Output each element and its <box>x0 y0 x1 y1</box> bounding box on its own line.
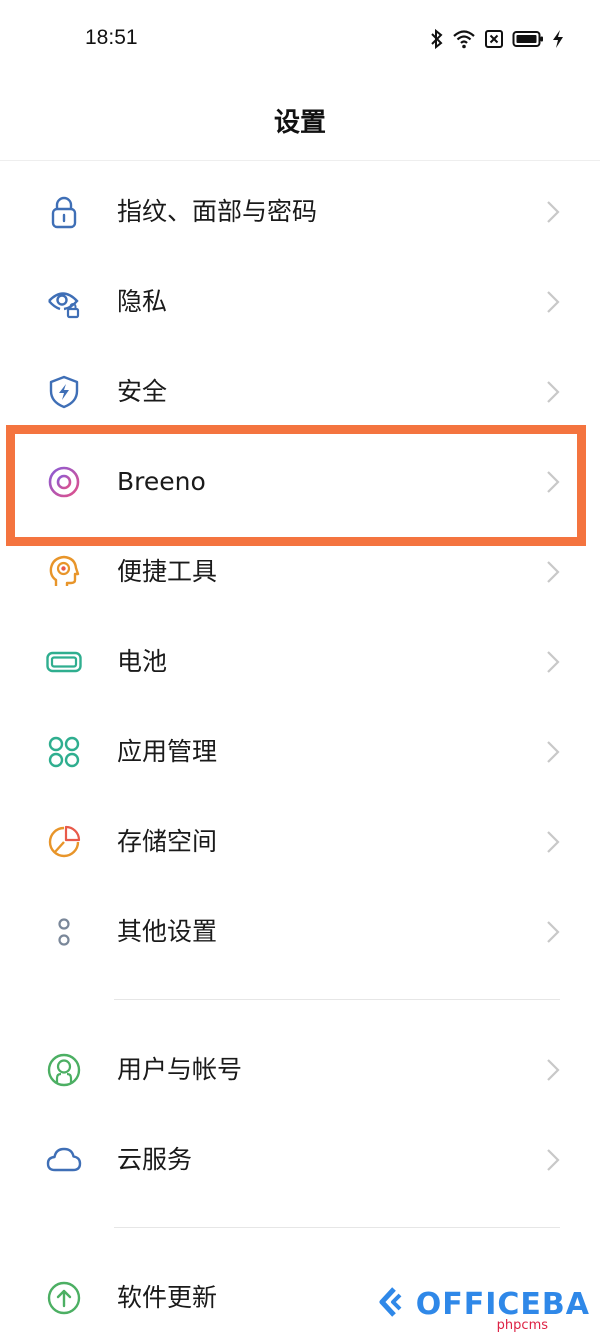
settings-item-other-settings[interactable]: 其他设置 <box>0 887 600 977</box>
more-dots-icon <box>46 914 82 950</box>
group-separator <box>0 1205 600 1253</box>
page-title: 设置 <box>273 108 326 138</box>
breeno-icon <box>46 464 82 500</box>
bluetooth-icon <box>430 28 444 50</box>
charging-icon <box>552 29 564 49</box>
battery-status-icon <box>512 29 544 49</box>
no-sim-icon <box>484 29 504 49</box>
header: 设置 <box>0 80 600 161</box>
chevron-right-icon <box>546 740 560 764</box>
settings-item-label: Breeno <box>117 467 206 496</box>
chevron-right-icon <box>546 470 560 494</box>
watermark-logo-icon <box>374 1285 408 1323</box>
privacy-eye-icon <box>46 284 82 320</box>
settings-item-fingerprint-face-password[interactable]: 指纹、面部与密码 <box>0 167 600 257</box>
status-icons <box>430 28 564 50</box>
settings-item-cloud-service[interactable]: 云服务 <box>0 1115 600 1205</box>
watermark: OFFICEBA <box>374 1285 590 1323</box>
settings-item-storage[interactable]: 存储空间 <box>0 797 600 887</box>
settings-item-users-accounts[interactable]: 用户与帐号 <box>0 1025 600 1115</box>
chevron-right-icon <box>546 920 560 944</box>
chevron-right-icon <box>546 1148 560 1172</box>
settings-list: 指纹、面部与密码 隐私 安全 Breeno 便捷工具 电池 应用管理 存储空间 … <box>0 167 600 1333</box>
update-arrow-icon <box>46 1280 82 1316</box>
settings-item-label: 用户与帐号 <box>117 1055 243 1084</box>
pie-chart-icon <box>46 824 82 860</box>
chevron-right-icon <box>546 200 560 224</box>
status-bar: 18:51 <box>0 0 600 80</box>
divider <box>114 1227 560 1228</box>
watermark-text: OFFICEBA <box>415 1286 590 1322</box>
chevron-right-icon <box>546 650 560 674</box>
settings-item-label: 存储空间 <box>117 827 218 856</box>
settings-item-convenience-tools[interactable]: 便捷工具 <box>0 527 600 617</box>
chevron-right-icon <box>546 290 560 314</box>
settings-item-app-management[interactable]: 应用管理 <box>0 707 600 797</box>
settings-item-label: 便捷工具 <box>117 557 218 586</box>
head-target-icon <box>46 554 82 590</box>
chevron-right-icon <box>546 1058 560 1082</box>
settings-item-label: 电池 <box>117 647 168 676</box>
battery-icon <box>46 644 82 680</box>
settings-item-label: 软件更新 <box>117 1283 218 1312</box>
watermark-sub: phpcms <box>496 1318 548 1333</box>
settings-item-privacy[interactable]: 隐私 <box>0 257 600 347</box>
settings-item-breeno[interactable]: Breeno <box>0 437 600 527</box>
cloud-icon <box>46 1142 82 1178</box>
settings-item-label: 应用管理 <box>117 737 218 766</box>
settings-item-label: 指纹、面部与密码 <box>117 197 318 226</box>
settings-item-battery[interactable]: 电池 <box>0 617 600 707</box>
settings-item-label: 安全 <box>117 377 168 406</box>
shield-icon <box>46 374 82 410</box>
status-time: 18:51 <box>85 26 138 49</box>
settings-item-label: 云服务 <box>117 1145 193 1174</box>
settings-item-label: 其他设置 <box>117 917 218 946</box>
settings-item-label: 隐私 <box>117 287 168 316</box>
divider <box>114 999 560 1000</box>
wifi-icon <box>452 29 476 49</box>
lock-icon <box>46 194 82 230</box>
chevron-right-icon <box>546 830 560 854</box>
chevron-right-icon <box>546 560 560 584</box>
settings-item-security[interactable]: 安全 <box>0 347 600 437</box>
chevron-right-icon <box>546 380 560 404</box>
settings-screen: 18:51 设置 指纹、面部与密码 隐私 安全 Breeno 便捷工具 电池 应… <box>0 0 600 1333</box>
apps-grid-icon <box>46 734 82 770</box>
group-separator <box>0 977 600 1025</box>
user-icon <box>46 1052 82 1088</box>
